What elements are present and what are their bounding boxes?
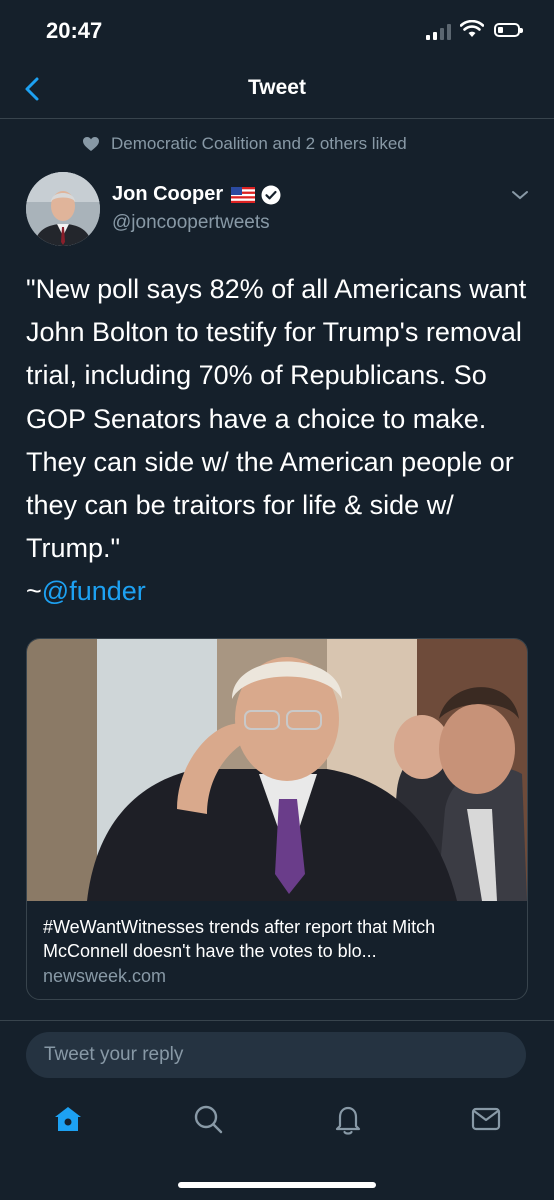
home-indicator[interactable] [178,1182,376,1188]
home-icon[interactable] [51,1102,85,1136]
link-card[interactable]: #WeWantWitnesses trends after report tha… [26,638,528,1000]
battery-icon [494,23,523,37]
social-context-text: Democratic Coalition and 2 others liked [111,134,407,153]
signal-icon [426,24,451,40]
chevron-down-icon[interactable] [510,188,530,202]
avatar-photo [26,172,100,246]
author-name-row[interactable]: Jon Cooper [112,183,281,206]
messages-icon[interactable] [469,1102,503,1136]
social-context[interactable]: Democratic Coalition and 2 others liked [82,134,407,154]
tweet-body: "New poll says 82% of all Americans want… [26,274,534,564]
notifications-icon[interactable] [331,1102,365,1136]
avatar[interactable] [26,172,100,246]
wifi-icon [460,20,484,37]
author-handle[interactable]: @joncoopertweets [112,212,270,234]
status-time: 20:47 [46,18,103,43]
page-title: Tweet [248,76,306,99]
card-image [27,639,527,901]
card-domain: newsweek.com [43,966,167,986]
tab-bar [0,1092,554,1152]
status-bar: 20:47 [0,0,554,62]
search-icon[interactable] [191,1102,225,1136]
us-flag-icon [231,186,256,203]
reply-input[interactable] [44,1032,504,1078]
mention-link[interactable]: @funder [42,576,146,606]
header: Tweet [0,62,554,119]
card-title: #WeWantWitnesses trends after report tha… [43,917,436,961]
verified-badge-icon [261,185,281,204]
reply-box[interactable] [26,1032,526,1078]
author-name: Jon Cooper [112,183,224,205]
heart-icon [83,137,99,151]
tweet-text: "New poll says 82% of all Americans want… [26,268,530,614]
divider [0,1020,554,1021]
tweet-prefix: ~ [26,576,42,607]
